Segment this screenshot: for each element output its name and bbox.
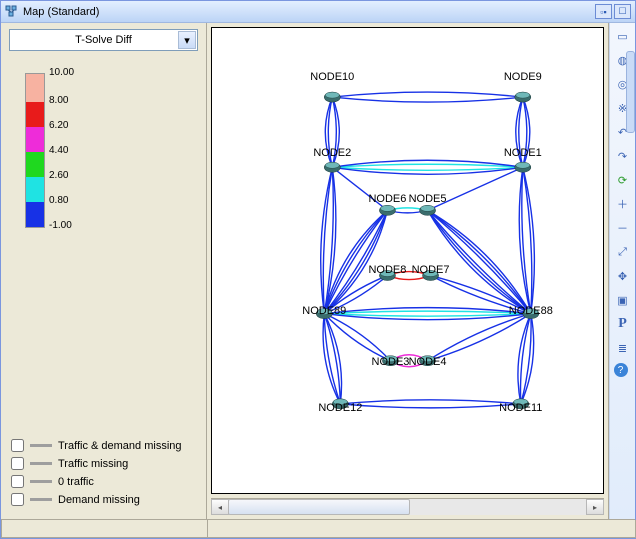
help-icon[interactable]: ? [614,363,628,377]
node-label: NODE10 [310,71,354,83]
legend-swatch [30,480,52,483]
node-label: NODE8 [368,264,406,276]
node-label: NODE4 [409,356,447,368]
pointer-icon[interactable]: ▭ [614,27,632,45]
scale-tick: 0.80 [49,195,68,206]
color-legend: 10.00 8.00 6.20 4.40 2.60 0.80 -1.00 [1,55,206,430]
node-label: NODE3 [372,356,410,368]
edge[interactable] [340,404,520,408]
toolbar: ▭◍◎※↶↷⟳＋－⤢✥▣P≣? [609,23,635,519]
edge[interactable] [519,167,531,313]
titlebar[interactable]: Map (Standard) ▫▪ ☐ [1,1,635,23]
legend-checkbox[interactable] [11,457,24,470]
scale-tick: -1.00 [49,220,72,231]
legend-swatch [30,498,52,501]
map-canvas[interactable]: NODE10 NODE9 NODE2 NODE1 NODE6NODE5 NODE8 NODE… [211,27,604,494]
metric-combo-label: T-Solve Diff [75,34,132,46]
edge[interactable] [340,400,520,404]
zoom-out-icon[interactable]: － [614,219,632,237]
scale-tick: 4.40 [49,145,68,156]
horizontal-scrollbar[interactable]: ◂ ▸ [211,498,604,515]
edge[interactable] [428,314,531,361]
app-icon [5,5,19,19]
toolbar-scroll-thumb[interactable] [626,51,635,133]
color-segment [26,74,44,102]
legend-checkbox[interactable] [11,439,24,452]
legend-checkbox[interactable] [11,475,24,488]
edge[interactable] [324,314,531,317]
scroll-left-button[interactable]: ◂ [211,499,229,515]
edge[interactable] [332,167,522,170]
map-window: Map (Standard) ▫▪ ☐ T-Solve Diff ▾ 10.00… [0,0,636,539]
edge[interactable] [428,210,531,313]
scale-tick: 8.00 [49,95,68,106]
move-icon[interactable]: ✥ [614,267,632,285]
node-label: NODE9 [504,71,542,83]
edge[interactable] [523,167,535,313]
layers-icon[interactable]: ≣ [614,339,632,357]
edge[interactable] [332,164,522,167]
edge[interactable] [428,210,531,313]
edge[interactable] [428,210,531,313]
scale-tick: 10.00 [49,67,74,78]
color-segment [26,202,44,227]
edge[interactable] [332,92,522,97]
legend-checkbox[interactable] [11,493,24,506]
color-segment [26,152,44,177]
refresh-icon[interactable]: ⟳ [614,171,632,189]
color-segment [26,102,44,127]
node-label: NODE89 [302,305,346,317]
node-label: NODE12 [318,402,362,414]
edge[interactable] [324,311,531,314]
scale-tick: 2.60 [49,170,68,181]
edge[interactable] [428,314,531,361]
legend-option: 0 traffic [11,475,196,488]
chevron-down-icon[interactable]: ▾ [178,31,196,49]
edge[interactable] [428,210,531,313]
scroll-right-button[interactable]: ▸ [586,499,604,515]
node-label: NODE7 [412,264,450,276]
node-label: NODE11 [499,402,542,414]
node-label: NODE5 [409,193,447,205]
edge[interactable] [324,167,336,313]
color-segment [26,127,44,152]
left-panel: T-Solve Diff ▾ 10.00 8.00 6.20 4.40 2.60 0.80… [1,23,207,519]
legend-option-label: Traffic & demand missing [58,440,182,452]
edge[interactable] [428,210,531,313]
dock-button[interactable]: ▫▪ [595,4,612,19]
scale-tick: 6.20 [49,120,68,131]
zoom-in-icon[interactable]: ＋ [614,195,632,213]
palette-icon[interactable]: P [614,315,632,333]
zoom-fit-icon[interactable]: ⤢ [614,243,632,261]
legend-option-label: Demand missing [58,494,140,506]
legend-options: Traffic & demand missing Traffic missing 0… [1,430,206,519]
edge[interactable] [332,97,522,102]
select-rect-icon[interactable]: ▣ [614,291,632,309]
node-label: NODE1 [504,147,542,159]
legend-option-label: Traffic missing [58,458,128,470]
legend-option-label: 0 traffic [58,476,94,488]
metric-combo[interactable]: T-Solve Diff ▾ [9,29,198,51]
edge[interactable] [428,210,531,313]
node-label: NODE88 [509,305,553,317]
node-label: NODE2 [313,147,351,159]
legend-swatch [30,462,52,465]
statusbar [1,519,635,538]
color-segment [26,177,44,202]
legend-option: Demand missing [11,493,196,506]
legend-swatch [30,444,52,447]
window-title: Map (Standard) [23,6,593,18]
legend-option: Traffic missing [11,457,196,470]
legend-option: Traffic & demand missing [11,439,196,452]
node-label: NODE6 [368,193,406,205]
redo-icon[interactable]: ↷ [614,147,632,165]
scroll-thumb[interactable] [228,499,410,515]
maximize-button[interactable]: ☐ [614,4,631,19]
